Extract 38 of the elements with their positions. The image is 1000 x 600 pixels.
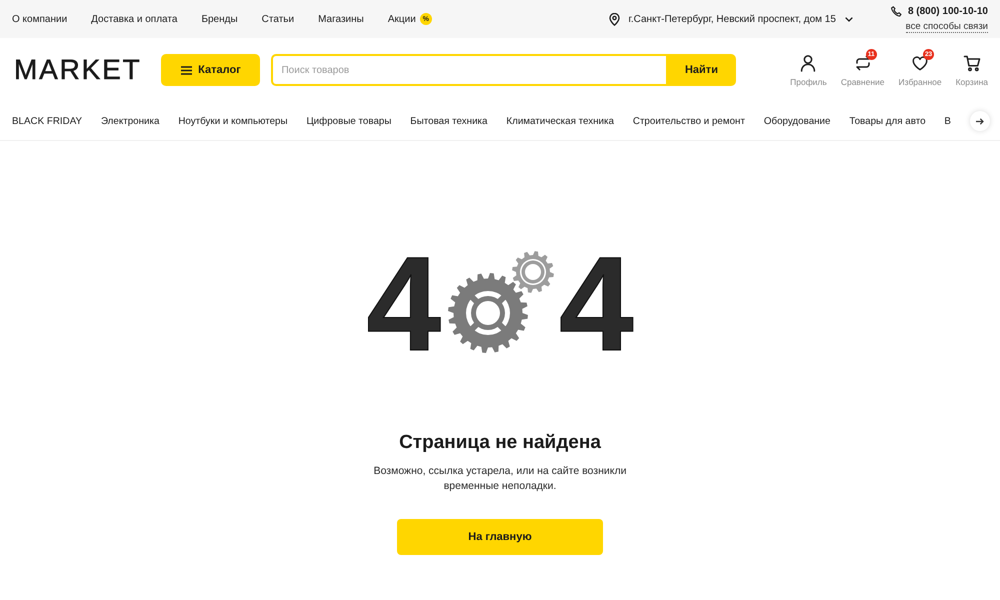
top-nav-link[interactable]: Магазины xyxy=(318,14,364,24)
logo[interactable]: MARKET xyxy=(14,56,142,84)
cart-icon xyxy=(962,54,981,72)
category-link[interactable]: Бытовая техника xyxy=(410,116,488,126)
chevron-down-icon xyxy=(844,16,853,22)
category-link[interactable]: Товары для авто xyxy=(849,116,926,126)
error-digit: 4 xyxy=(559,250,634,360)
small-gear-icon xyxy=(512,251,554,293)
contacts-link[interactable]: все способы связи xyxy=(906,20,988,32)
category-link[interactable]: В xyxy=(944,116,951,126)
error-digit: 4 xyxy=(366,250,441,360)
location-selector[interactable]: г.Санкт-Петербург, Невский проспект, дом 15 xyxy=(628,14,853,24)
person-icon xyxy=(799,54,818,72)
top-nav-link[interactable]: Бренды xyxy=(201,14,238,24)
arrow-right-icon xyxy=(976,118,984,124)
top-nav-link[interactable]: Доставка и оплата xyxy=(91,14,178,24)
menu-icon xyxy=(181,66,192,74)
top-nav-link[interactable]: Акции xyxy=(388,14,416,24)
search-field[interactable]: Поиск товаров xyxy=(271,54,666,86)
catalog-button[interactable]: Каталог xyxy=(161,54,260,86)
category-link[interactable]: Электроника xyxy=(100,116,160,126)
location-pin-icon xyxy=(609,12,620,26)
top-nav-link[interactable]: Статьи xyxy=(262,14,294,24)
category-link[interactable]: Ноутбуки и компьютеры xyxy=(178,116,288,126)
category-link[interactable]: Оборудование xyxy=(764,116,830,126)
phone-icon xyxy=(890,6,902,16)
large-gear-icon xyxy=(448,273,528,353)
category-link[interactable]: Цифровые товары xyxy=(306,116,392,126)
phone-number[interactable]: 8 (800) 100-10-10 xyxy=(908,6,988,16)
category-link[interactable]: Климатическая техника xyxy=(506,116,614,126)
category-link[interactable]: BLACK FRIDAY xyxy=(12,116,82,126)
page-title: Страница не найдена xyxy=(399,431,601,455)
search-button[interactable]: Найти xyxy=(666,54,736,86)
category-link[interactable]: Строительство и ремонт xyxy=(632,116,745,126)
error-message: Возможно, ссылка устарела, или на сайте возникли временные неполадки. xyxy=(372,464,628,494)
scroll-right-button[interactable] xyxy=(970,111,990,131)
top-nav-link[interactable]: О компании xyxy=(12,14,68,24)
home-button[interactable]: На главную xyxy=(397,519,603,555)
